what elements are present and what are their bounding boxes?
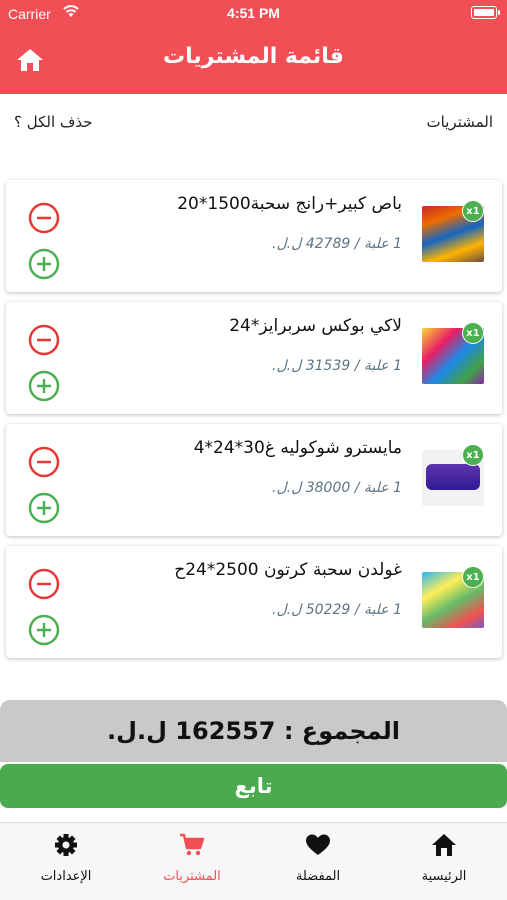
tab-home[interactable]: الرئيسية <box>381 823 507 900</box>
product-name: باص كبير+رانج سحبة1500*20 <box>177 194 402 214</box>
tab-home-label: الرئيسية <box>421 869 467 884</box>
purchases-label: المشتريات <box>426 113 493 131</box>
total-summary: المجموع : 162557 ل.ل. <box>0 700 507 762</box>
gear-icon <box>55 834 77 856</box>
cart-item: x1 غولدن سحبة كرتون 2500*24ح 1 علبة / 50… <box>6 546 502 658</box>
product-name: غولدن سحبة كرتون 2500*24ح <box>174 560 402 580</box>
status-bar: Carrier 4:51 PM <box>0 0 507 28</box>
decrease-button[interactable] <box>28 324 60 356</box>
quantity-badge: x1 <box>462 200 484 222</box>
increase-button[interactable] <box>28 370 60 402</box>
product-price: 1 علبة / 31539 ل.ل. <box>272 358 402 374</box>
tab-cart-label: المشتريات <box>163 869 221 884</box>
quantity-badge: x1 <box>462 566 484 588</box>
tab-favorites-label: المفضلة <box>295 869 341 884</box>
increase-button[interactable] <box>28 614 60 646</box>
continue-button[interactable]: تابع <box>0 764 507 808</box>
quantity-badge: x1 <box>462 444 484 466</box>
tab-favorites[interactable]: المفضلة <box>255 823 381 900</box>
decrease-button[interactable] <box>28 568 60 600</box>
home-icon <box>432 834 456 856</box>
tab-bar: الرئيسية المفضلة المشتريات الإعدادات <box>0 822 507 900</box>
status-time: 4:51 PM <box>227 5 280 21</box>
tab-settings-label: الإعدادات <box>40 869 92 884</box>
decrease-button[interactable] <box>28 202 60 234</box>
product-price: 1 علبة / 42789 ل.ل. <box>272 236 402 252</box>
cart-item: x1 باص كبير+رانج سحبة1500*20 1 علبة / 42… <box>6 180 502 292</box>
header-bar: Carrier 4:51 PM قائمة المشتريات <box>0 0 507 94</box>
decrease-button[interactable] <box>28 446 60 478</box>
tab-cart[interactable]: المشتريات <box>129 823 255 900</box>
product-price: 1 علبة / 38000 ل.ل. <box>272 480 402 496</box>
tab-settings[interactable]: الإعدادات <box>3 823 129 900</box>
cart-item: x1 لاكي بوكس سربرايز*24 1 علبة / 31539 ل… <box>6 302 502 414</box>
quantity-badge: x1 <box>462 322 484 344</box>
cart-icon <box>180 833 205 856</box>
page-title: قائمة المشتريات <box>163 44 344 69</box>
cart-item: x1 مايسترو شوكوليه غ30*24*4 1 علبة / 380… <box>6 424 502 536</box>
product-price: 1 علبة / 50229 ل.ل. <box>272 602 402 618</box>
delete-all-button[interactable]: حذف الكل ؟ <box>14 113 93 131</box>
product-name: مايسترو شوكوليه غ30*24*4 <box>193 438 402 458</box>
battery-icon <box>471 6 500 19</box>
heart-icon <box>306 834 330 855</box>
increase-button[interactable] <box>28 492 60 524</box>
product-name: لاكي بوكس سربرايز*24 <box>229 316 402 336</box>
cart-list: x1 باص كبير+رانج سحبة1500*20 1 علبة / 42… <box>6 180 502 668</box>
increase-button[interactable] <box>28 248 60 280</box>
